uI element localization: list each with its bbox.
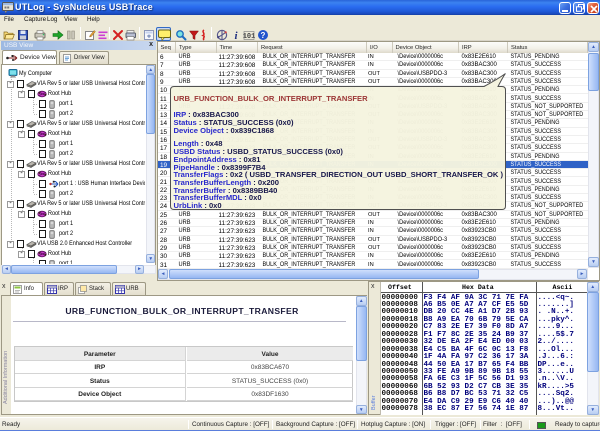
svg-text:?: ?	[261, 31, 266, 40]
svg-text:i: i	[234, 30, 238, 41]
